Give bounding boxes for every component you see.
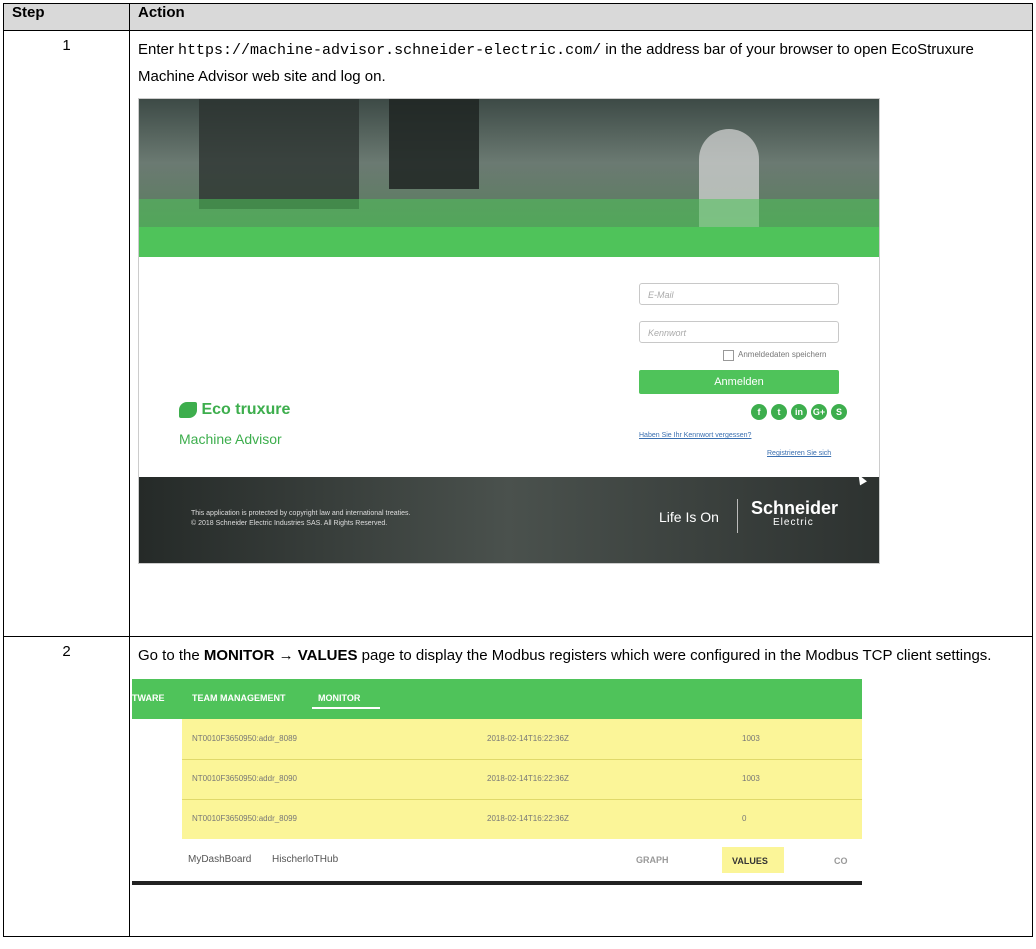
ecostruxure-logo: Eco truxure [179, 400, 290, 420]
step-action: Enter https://machine-advisor.schneider-… [129, 30, 1033, 637]
checkbox-icon [723, 349, 734, 361]
register-name: NT0010F3650950:addr_8089 [192, 734, 297, 743]
schneider-logo: Schneider Electric [751, 499, 838, 529]
instruction-text: Go to the [138, 647, 204, 664]
step-instruction: Enter https://machine-advisor.schneider-… [138, 37, 1024, 90]
table-header-row: Step Action [3, 3, 1033, 31]
step-instruction: Go to the MONITOR → VALUES page to displ… [138, 643, 1024, 669]
register-value: 1003 [742, 774, 760, 783]
register-link[interactable]: Registrieren Sie sich [767, 449, 831, 459]
register-value: 1003 [742, 734, 760, 743]
table-row[interactable]: NT0010F3650950:addr_8090 2018-02-14T16:2… [182, 759, 862, 800]
brand-sub: Electric [773, 517, 814, 528]
table-row: 1 Enter https://machine-advisor.schneide… [3, 30, 1033, 637]
step-action: Go to the MONITOR → VALUES page to displ… [129, 636, 1033, 937]
login-button[interactable]: Anmelden [639, 370, 839, 394]
table-row[interactable]: NT0010F3650950:addr_8099 2018-02-14T16:2… [182, 799, 862, 839]
green-band [139, 227, 879, 257]
google-plus-icon[interactable]: G+ [811, 404, 827, 420]
top-nav: TWARE TEAM MANAGEMENT MONITOR [132, 679, 862, 719]
step-number: 1 [3, 30, 130, 637]
nav-item-monitor[interactable]: MONITOR [318, 692, 360, 704]
forgot-password-link[interactable]: Haben Sie Ihr Kennwort vergessen? [639, 431, 751, 441]
instruction-text: Enter [138, 41, 179, 58]
divider [737, 499, 738, 533]
tab-mydashboard[interactable]: MyDashBoard [188, 854, 251, 866]
register-name: NT0010F3650950:addr_8090 [192, 774, 297, 783]
register-timestamp: 2018-02-14T16:22:36Z [487, 734, 569, 743]
logo-mark-icon [179, 401, 197, 418]
tab-values[interactable]: VALUES [732, 855, 768, 867]
values-table: NT0010F3650950:addr_8089 2018-02-14T16:2… [182, 719, 862, 839]
copyright: This application is protected by copyrig… [191, 509, 410, 529]
monitor-screenshot: TWARE TEAM MANAGEMENT MONITOR NT0010F365… [132, 679, 862, 897]
nav-item-team-management[interactable]: TEAM MANAGEMENT [192, 692, 286, 704]
login-screenshot: E-Mail Kennwort Anmeldedaten speichern A… [138, 98, 880, 564]
remember-checkbox[interactable]: Anmeldedaten speichern [723, 349, 827, 361]
register-timestamp: 2018-02-14T16:22:36Z [487, 814, 569, 823]
nav-path: MONITOR → VALUES [203, 647, 358, 664]
copyright-line: © 2018 Schneider Electric Industries SAS… [191, 520, 388, 527]
password-field[interactable]: Kennwort [639, 321, 839, 343]
bottom-bar [132, 881, 862, 885]
header-action: Action [129, 3, 1033, 31]
tagline: Life Is On [659, 509, 719, 525]
app-name: Machine Advisor [179, 431, 282, 447]
tab-more[interactable]: CO [834, 855, 848, 867]
tab-graph[interactable]: GRAPH [636, 854, 669, 866]
step-number: 2 [3, 636, 130, 937]
register-name: NT0010F3650950:addr_8099 [192, 814, 297, 823]
green-overlay [139, 199, 879, 229]
facebook-icon[interactable]: f [751, 404, 767, 420]
register-value: 0 [742, 814, 747, 823]
steps-table: Step Action 1 Enter https://machine-advi… [3, 3, 1033, 937]
brand-name: Schneider [751, 498, 839, 518]
table-row[interactable]: NT0010F3650950:addr_8089 2018-02-14T16:2… [182, 719, 862, 760]
register-timestamp: 2018-02-14T16:22:36Z [487, 774, 569, 783]
table-row: 2 Go to the MONITOR → VALUES page to dis… [3, 636, 1033, 937]
logo-text: Eco truxure [201, 401, 291, 418]
remember-label: Anmeldedaten speichern [738, 350, 827, 359]
nav-item-software[interactable]: TWARE [132, 692, 165, 704]
twitter-icon[interactable]: t [771, 404, 787, 420]
machine-shape [389, 99, 479, 189]
schneider-icon[interactable]: S [831, 404, 847, 420]
linkedin-icon[interactable]: in [791, 404, 807, 420]
machine-shape [199, 99, 359, 209]
tab-hub[interactable]: HischerloTHub [272, 854, 338, 866]
email-field[interactable]: E-Mail [639, 283, 839, 305]
instruction-text: page to display the Modbus registers whi… [357, 647, 992, 664]
copyright-line: This application is protected by copyrig… [191, 510, 411, 517]
header-step: Step [3, 3, 130, 31]
url-text: https://machine-advisor.schneider-electr… [178, 42, 602, 59]
social-icons: f t in G+ S [751, 404, 847, 420]
active-indicator [312, 707, 380, 709]
